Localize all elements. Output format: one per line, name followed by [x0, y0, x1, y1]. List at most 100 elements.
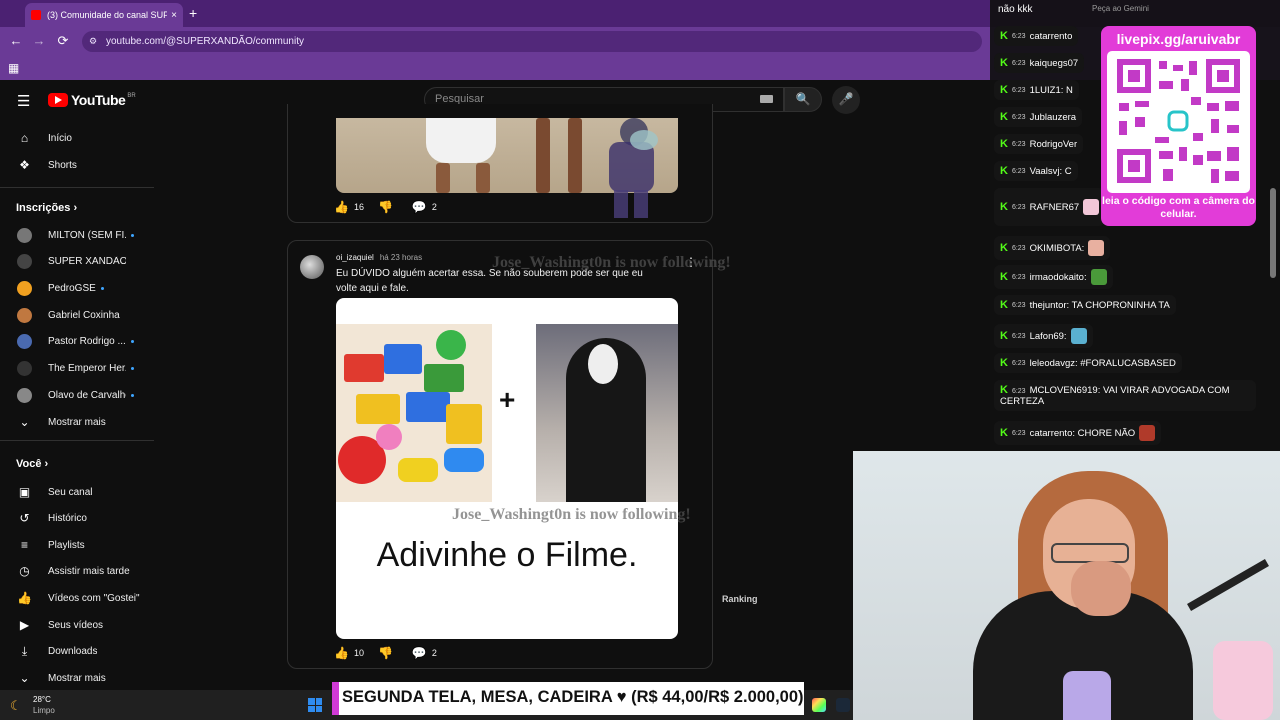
- chat-message[interactable]: K 6:23 OKIMIBOTA:: [994, 236, 1111, 260]
- post-header: oi_izaquiel há 23 horas: [336, 253, 422, 262]
- author-avatar[interactable]: [300, 255, 324, 279]
- ranking-label: Ranking: [722, 594, 758, 604]
- toy-brick: [406, 392, 450, 422]
- sidebar-item-shorts[interactable]: ❖ Shorts: [0, 153, 154, 177]
- sidebar-item-download[interactable]: ⤓ Downloads: [0, 640, 154, 664]
- gemini-hint[interactable]: Peça ao Gemini: [1092, 4, 1262, 22]
- chat-message[interactable]: K 6:23 leleodavgz: #FORALUCASBASED: [994, 353, 1182, 373]
- kick-badge-icon: K: [1000, 384, 1008, 396]
- toy-brick: [384, 344, 422, 374]
- sidebar-item-subscription[interactable]: PedroGSE: [0, 276, 154, 300]
- chat-message[interactable]: K 6:23 thejuntor: TA CHOPRONINHA TA: [994, 295, 1176, 315]
- like-count: 10: [353, 648, 364, 658]
- author-name[interactable]: oi_izaquiel: [336, 253, 374, 262]
- you-header[interactable]: Você ›: [16, 458, 48, 470]
- sidebar-item-subscription[interactable]: The Emperor Her...: [0, 357, 154, 381]
- scrollbar-thumb[interactable]: [1270, 188, 1276, 278]
- keyboard-icon[interactable]: [760, 95, 773, 103]
- comment-count: 2: [431, 202, 437, 212]
- overlay-figure: [609, 118, 658, 218]
- chat-timestamp: 6:23: [1011, 113, 1026, 121]
- chat-scrollbar[interactable]: [1270, 58, 1276, 448]
- app-icon[interactable]: [812, 698, 826, 712]
- qr-caption: leia o código com a câmera do celular.: [1102, 195, 1255, 220]
- history-icon: ↺: [19, 511, 30, 526]
- sidebar-item-channel[interactable]: ▣ Seu canal: [0, 480, 154, 504]
- sidebar-item-subscription[interactable]: MILTON (SEM FI...: [0, 223, 154, 247]
- weather-widget[interactable]: 28°C Limpo: [33, 694, 55, 716]
- chat-timestamp: 6:23: [1011, 359, 1026, 367]
- youtube-logo[interactable]: YouTube BR: [48, 92, 136, 108]
- chat-message[interactable]: K 6:23 Jublauzera: [994, 107, 1083, 127]
- chat-timestamp: 6:23: [1011, 140, 1026, 148]
- kick-badge-icon: K: [1000, 299, 1008, 311]
- forward-button[interactable]: →: [31, 33, 47, 48]
- chat-message[interactable]: K 6:23 kaiquegs07: [994, 53, 1085, 73]
- like-icon[interactable]: 👍: [334, 646, 349, 660]
- comment-icon[interactable]: 💬: [412, 646, 427, 660]
- video-icon: ▶: [19, 617, 30, 632]
- apps-grid-icon[interactable]: ▦: [8, 61, 19, 75]
- voice-search-button[interactable]: 🎤: [832, 86, 860, 114]
- chat-message[interactable]: K 6:23 catarrento: CHORE NÃO: [994, 421, 1162, 445]
- chat-message[interactable]: K 6:23 Lafon69:: [994, 324, 1093, 348]
- image-leg: [476, 163, 490, 193]
- livepix-url: livepix.gg/aruivabr: [1116, 31, 1241, 47]
- browser-tab[interactable]: (3) Comunidade do canal SUPER ×: [25, 3, 183, 27]
- chat-message[interactable]: K 6:23 RAFNER67: [994, 188, 1106, 226]
- sidebar-item-playlist[interactable]: ≡ Playlists: [0, 533, 154, 557]
- sidebar-item-subscription[interactable]: Olavo de Carvalho: [0, 383, 154, 407]
- chat-message[interactable]: K 6:23 Vaalsvj: C: [994, 161, 1078, 181]
- search-icon: 🔍: [795, 92, 811, 106]
- dislike-icon[interactable]: 👎: [378, 646, 393, 660]
- like-icon[interactable]: 👍: [334, 200, 349, 214]
- sidebar-item-clock[interactable]: ◷ Assistir mais tarde: [0, 560, 154, 584]
- sidebar-item-subscription[interactable]: SUPER XANDÃO: [0, 250, 154, 274]
- sidebar-item-home[interactable]: ⌂ Início: [0, 126, 154, 150]
- new-content-dot: [131, 393, 134, 397]
- subscriptions-header[interactable]: Inscrições ›: [16, 202, 77, 214]
- show-more-you[interactable]: ⌄ Mostrar mais: [0, 666, 154, 690]
- reload-button[interactable]: ⟳: [55, 33, 71, 49]
- plus-sign: +: [499, 384, 516, 415]
- chat-message[interactable]: K 6:23 catarrento: [994, 26, 1079, 46]
- chat-message[interactable]: K 6:23 MCLOVEN6919: VAI VIRAR ADVOGADA COM…: [994, 380, 1256, 411]
- show-more-subscriptions[interactable]: ⌄ Mostrar mais: [0, 410, 154, 434]
- url-text: youtube.com/@SUPERXANDÃO/community: [106, 36, 304, 47]
- comment-icon[interactable]: 💬: [412, 200, 427, 214]
- search-button[interactable]: 🔍: [784, 87, 822, 112]
- mic-icon: 🎤: [838, 92, 854, 106]
- kick-badge-icon: K: [1000, 271, 1008, 283]
- chat-message[interactable]: K 6:23 1LUIZ1: N: [994, 80, 1079, 100]
- post-image[interactable]: + Adivinhe o Filme.: [336, 298, 678, 639]
- emote-icon: [1139, 425, 1156, 441]
- site-info-icon[interactable]: ⚙: [89, 36, 97, 47]
- chat-message-text: RodrigoVer: [1029, 138, 1078, 150]
- qr-code: [1107, 51, 1250, 193]
- dislike-icon[interactable]: 👎: [378, 200, 393, 214]
- sidebar-item-subscription[interactable]: Gabriel Coxinha: [0, 303, 154, 327]
- post-actions: 👍 16 👎 💬 2: [334, 200, 437, 214]
- steam-icon[interactable]: [836, 698, 850, 712]
- new-content-dot: [131, 233, 134, 237]
- chat-message[interactable]: K 6:23 irmaodokaito:: [994, 265, 1113, 289]
- chat-timestamp: 6:23: [1011, 167, 1026, 175]
- sidebar-item-thumbs-up[interactable]: 👍 Vídeos com "Gostei": [0, 586, 154, 610]
- youtube-favicon-icon: [31, 10, 41, 20]
- sidebar-item-video[interactable]: ▶ Seus vídeos: [0, 613, 154, 637]
- sidebar-item-subscription[interactable]: Pastor Rodrigo ...: [0, 330, 154, 354]
- url-field[interactable]: ⚙ youtube.com/@SUPERXANDÃO/community: [82, 31, 982, 52]
- thumbs-up-icon: 👍: [17, 590, 32, 605]
- tab-close-icon[interactable]: ×: [171, 10, 177, 21]
- post-time[interactable]: há 23 horas: [380, 253, 422, 262]
- windows-start-icon[interactable]: [308, 698, 322, 712]
- back-button[interactable]: ←: [8, 33, 24, 48]
- tab-title: (3) Comunidade do canal SUPER: [47, 10, 168, 20]
- toy-ball: [376, 424, 402, 450]
- new-tab-button[interactable]: +: [189, 5, 197, 21]
- post-actions: 👍 10 👎 💬 2: [334, 646, 437, 660]
- moon-icon[interactable]: ☾: [10, 698, 22, 714]
- sidebar-item-history[interactable]: ↺ Histórico: [0, 507, 154, 531]
- chat-message[interactable]: K 6:23 RodrigoVer: [994, 134, 1084, 154]
- menu-icon[interactable]: ☰: [17, 92, 30, 110]
